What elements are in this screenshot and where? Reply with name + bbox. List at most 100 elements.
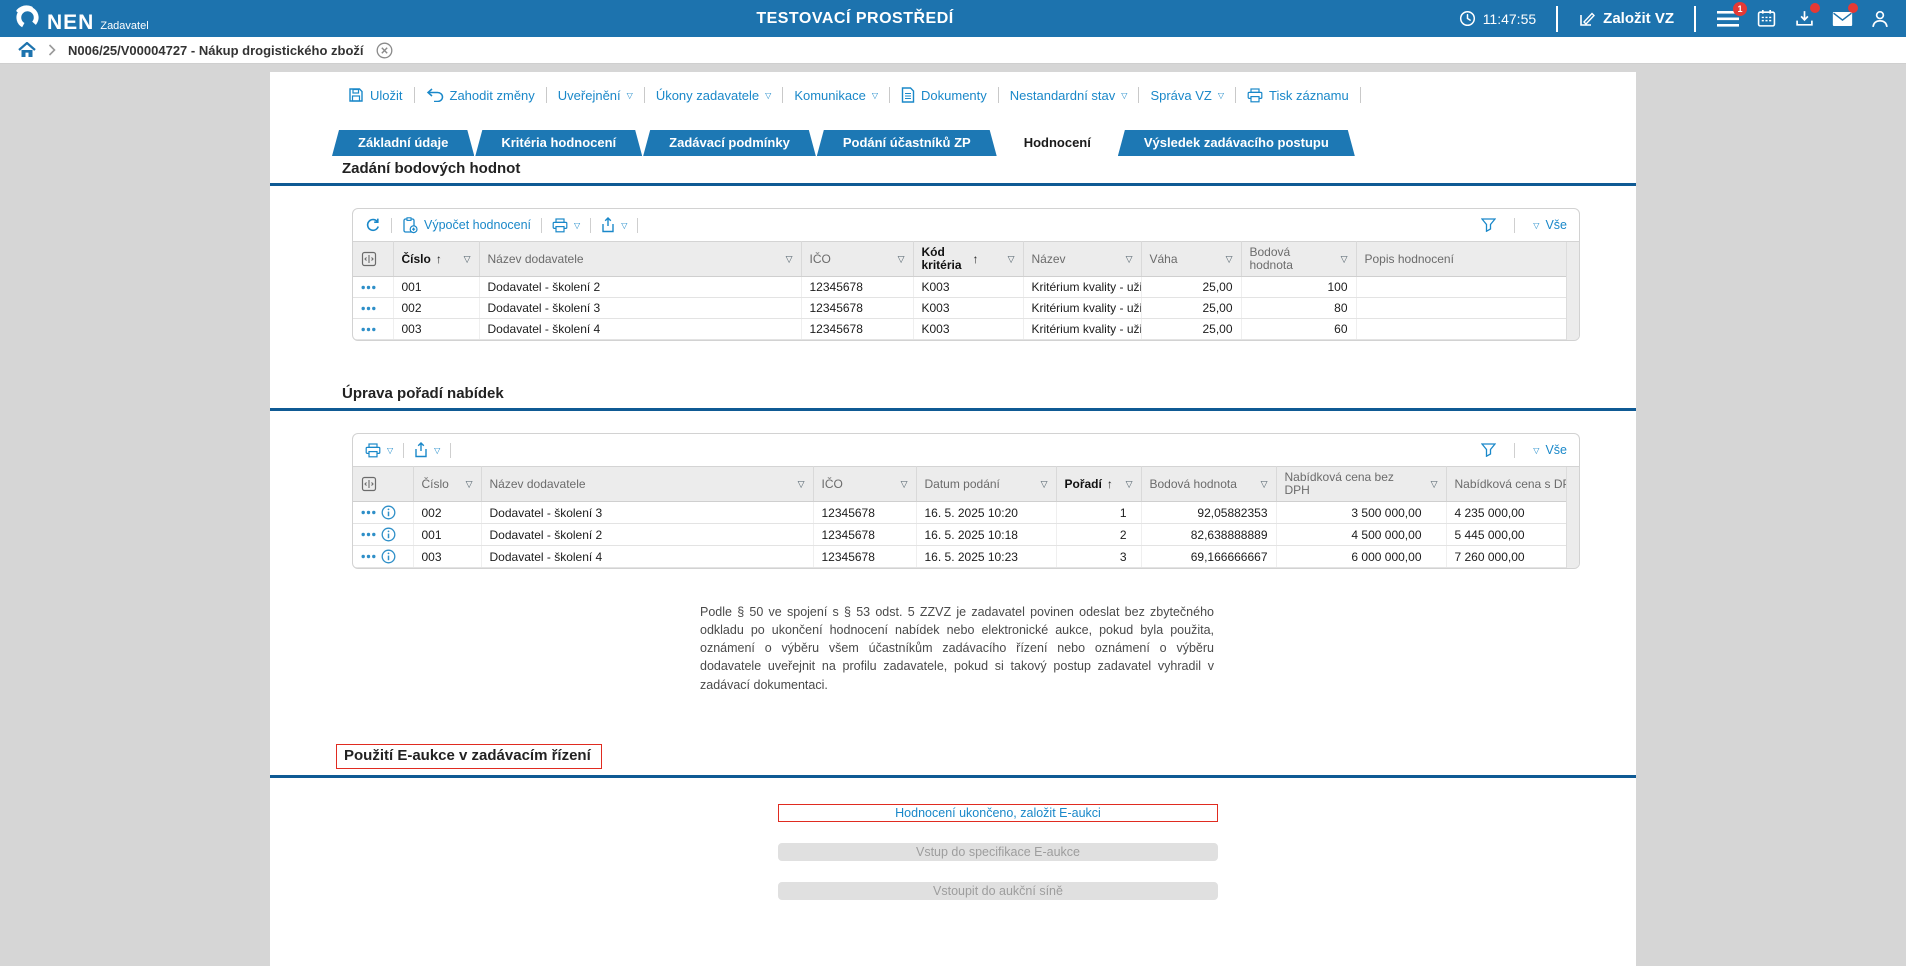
column-header-cislo[interactable]: Číslo ↑ ▽ (393, 242, 479, 277)
finish-evaluation-create-eauction-button[interactable]: Hodnocení ukončeno, založit E-aukci (778, 804, 1218, 822)
filter-icon[interactable]: ▽ (1337, 254, 1348, 265)
column-header-vaha[interactable]: Váha ▽ (1141, 242, 1241, 277)
enter-auction-room-button[interactable]: Vstoupit do aukční síně (778, 882, 1218, 900)
table-row[interactable]: 003Dodavatel - školení 4 1234567816. 5. … (353, 546, 1580, 568)
table-row[interactable]: 002Dodavatel - školení 3 12345678K003 Kr… (353, 298, 1580, 319)
filter-icon[interactable]: ▽ (782, 254, 793, 265)
table-row[interactable]: 001Dodavatel - školení 2 12345678K003 Kr… (353, 277, 1580, 298)
filter-funnel-icon[interactable] (1481, 443, 1496, 457)
filter-icon[interactable]: ▽ (460, 254, 471, 265)
column-header-cena-s-dph[interactable]: Nabídková cena s DPH (1446, 467, 1580, 502)
enter-eauction-specification-button[interactable]: Vstup do specifikace E-aukce (778, 843, 1218, 861)
documents-button[interactable]: Dokumenty (901, 87, 987, 103)
filter-icon[interactable]: ▽ (1037, 479, 1048, 490)
filter-icon[interactable]: ▽ (462, 479, 473, 490)
column-header-cena-bez-dph[interactable]: Nabídková cena bez DPH ▽ (1276, 467, 1446, 502)
filter-icon[interactable]: ▽ (794, 479, 805, 490)
filter-icon[interactable]: ▽ (1222, 254, 1233, 265)
column-settings-header[interactable] (353, 467, 413, 502)
print-record-button[interactable]: Tisk záznamu (1247, 88, 1349, 103)
tab-podani-ucastniku[interactable]: Podání účastníků ZP (817, 130, 997, 156)
ranking-table-card: ▽ ▽ ▽ V (352, 433, 1580, 569)
filter-icon[interactable]: ▽ (1004, 254, 1015, 265)
refresh-button[interactable] (365, 217, 381, 233)
row-menu-icon[interactable] (361, 285, 376, 290)
legal-note: Podle § 50 ve spojení s § 53 odst. 5 ZZV… (700, 603, 1214, 694)
print-table-button[interactable]: ▽ (365, 443, 393, 458)
column-header-nazev[interactable]: Název ▽ (1023, 242, 1141, 277)
column-settings-header[interactable] (353, 242, 393, 277)
filter-icon[interactable]: ▽ (1257, 479, 1268, 490)
column-header-kod-kriteria[interactable]: Kód kritéria ↑ ▽ (913, 242, 1023, 277)
undo-icon (426, 88, 444, 102)
column-header-bodova-hodnota[interactable]: Bodová hodnota ▽ (1241, 242, 1356, 277)
tab-hodnoceni[interactable]: Hodnocení (998, 130, 1117, 156)
tab-vysledek[interactable]: Výsledek zadávacího postupu (1118, 130, 1355, 156)
table-row[interactable]: 001Dodavatel - školení 2 1234567816. 5. … (353, 524, 1580, 546)
profile-button[interactable] (1868, 7, 1892, 31)
publish-menu[interactable]: Uveřejnění ▽ (558, 88, 633, 103)
filter-icon[interactable]: ▽ (1122, 254, 1133, 265)
vertical-scrollbar[interactable] (1566, 242, 1579, 340)
caret-down-icon: ▽ (574, 221, 580, 230)
tab-zadavaci-podminky[interactable]: Zadávací podmínky (643, 130, 816, 156)
filter-all-button[interactable]: ▽ Vše (1533, 218, 1567, 232)
divider (782, 87, 783, 103)
calendar-button[interactable] (1754, 7, 1778, 31)
nonstandard-state-menu[interactable]: Nestandardní stav ▽ (1010, 88, 1128, 103)
top-bar: NEN Zadavatel TESTOVACÍ PROSTŘEDÍ 11:47:… (0, 0, 1906, 37)
content-panel: Uložit Zahodit změny Uveřejnění ▽ Úkony … (270, 72, 1636, 966)
column-header-dodavatel[interactable]: Název dodavatele ▽ (481, 467, 813, 502)
filter-all-button[interactable]: ▽ Vše (1533, 443, 1567, 457)
section-rule (270, 183, 1636, 186)
filter-icon[interactable]: ▽ (894, 254, 905, 265)
row-menu-icon[interactable] (361, 306, 376, 311)
divider (450, 443, 451, 458)
column-header-ico[interactable]: IČO ▽ (801, 242, 913, 277)
table-row[interactable]: 003Dodavatel - školení 4 12345678K003 Kr… (353, 319, 1580, 340)
column-settings-icon (361, 476, 377, 492)
calc-evaluation-button[interactable]: Výpočet hodnocení (402, 217, 531, 234)
table-row[interactable]: 002Dodavatel - školení 3 1234567816. 5. … (353, 502, 1580, 524)
filter-icon[interactable]: ▽ (1122, 479, 1133, 490)
divider (998, 87, 999, 103)
info-icon[interactable] (381, 505, 396, 520)
filter-funnel-icon[interactable] (1481, 218, 1496, 232)
column-header-poradi[interactable]: Pořadí ↑ ▽ (1056, 467, 1141, 502)
downloads-button[interactable] (1792, 7, 1816, 31)
divider (1556, 6, 1558, 32)
discard-changes-button[interactable]: Zahodit změny (426, 88, 535, 103)
menu-button[interactable]: 1 (1716, 7, 1740, 31)
contracting-actions-menu[interactable]: Úkony zadavatele ▽ (656, 88, 772, 103)
column-header-cislo[interactable]: Číslo ▽ (413, 467, 481, 502)
communication-menu[interactable]: Komunikace ▽ (794, 88, 878, 103)
tab-zakladni-udaje[interactable]: Základní údaje (332, 130, 474, 156)
column-header-dodavatel[interactable]: Název dodavatele ▽ (479, 242, 801, 277)
home-icon[interactable] (18, 42, 36, 58)
info-icon[interactable] (381, 527, 396, 542)
info-icon[interactable] (381, 549, 396, 564)
vertical-scrollbar[interactable] (1566, 467, 1579, 568)
breadcrumb-title: N006/25/V00004727 - Nákup drogistického … (68, 43, 364, 58)
column-header-datum-podani[interactable]: Datum podání ▽ (916, 467, 1056, 502)
column-header-bodova-hodnota[interactable]: Bodová hodnota ▽ (1141, 467, 1276, 502)
filter-icon[interactable]: ▽ (897, 479, 908, 490)
tab-kriteria-hodnoceni[interactable]: Kritéria hodnocení (475, 130, 642, 156)
row-menu-icon[interactable] (361, 532, 376, 537)
row-menu-icon[interactable] (361, 554, 376, 559)
row-menu-icon[interactable] (361, 510, 376, 515)
messages-button[interactable] (1830, 7, 1854, 31)
export-button[interactable]: ▽ (414, 442, 440, 458)
print-table-button[interactable]: ▽ (552, 218, 580, 233)
save-icon (348, 87, 364, 103)
row-menu-icon[interactable] (361, 327, 376, 332)
create-vz-button[interactable]: Založit VZ (1578, 10, 1674, 28)
column-header-ico[interactable]: IČO ▽ (813, 467, 916, 502)
save-button[interactable]: Uložit (348, 87, 403, 103)
column-header-popis[interactable]: Popis hodnocení (1356, 242, 1580, 277)
export-button[interactable]: ▽ (601, 217, 627, 233)
filter-icon[interactable]: ▽ (1427, 479, 1438, 490)
close-tab-icon[interactable] (376, 42, 393, 59)
nen-logo[interactable]: NEN Zadavatel (14, 4, 149, 33)
vz-admin-menu[interactable]: Správa VZ ▽ (1150, 88, 1224, 103)
